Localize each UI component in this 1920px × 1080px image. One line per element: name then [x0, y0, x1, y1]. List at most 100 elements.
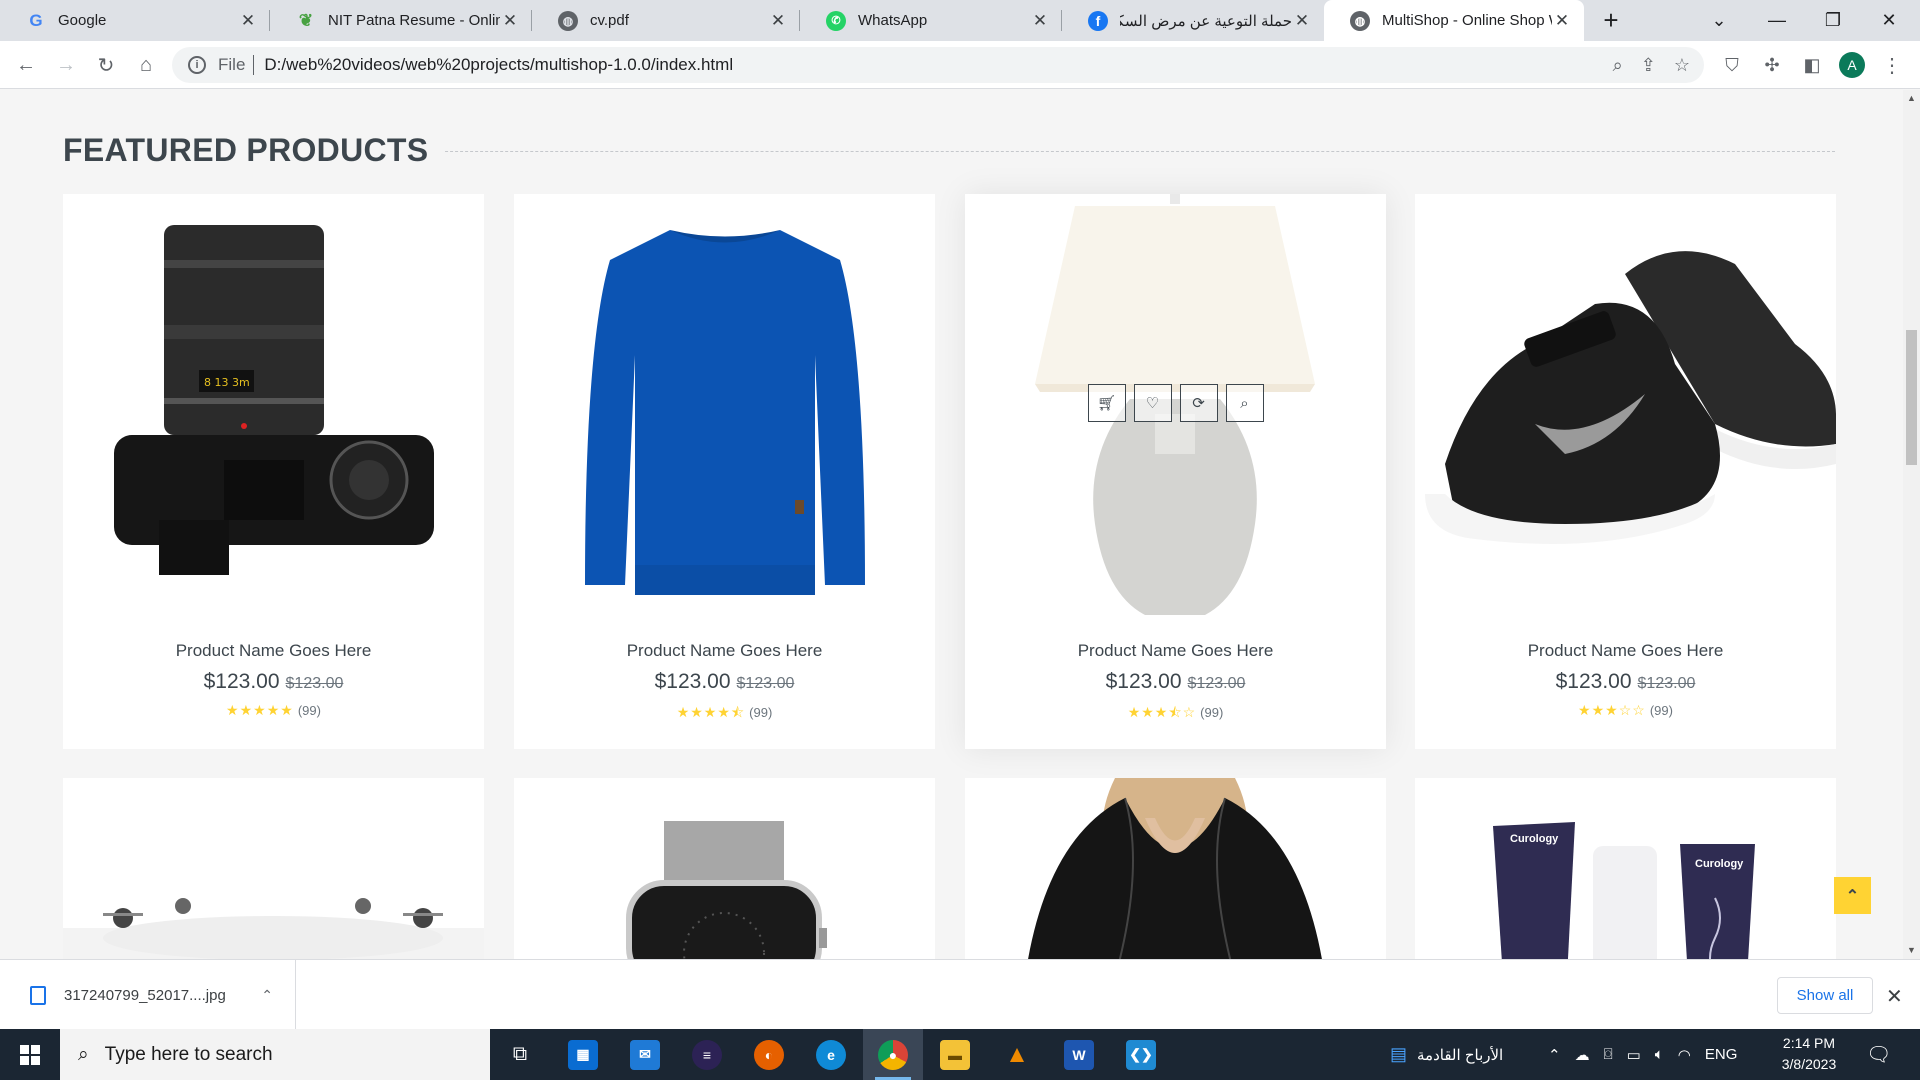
- tab-whatsapp[interactable]: ✆ WhatsApp ✕: [800, 0, 1062, 41]
- add-to-cart-button[interactable]: 🛒︎: [1087, 384, 1126, 422]
- new-tab-button[interactable]: +: [1584, 0, 1638, 41]
- quick-view-button[interactable]: ⌕: [1225, 384, 1264, 422]
- product-image-camera[interactable]: 8 13 3m: [63, 194, 484, 615]
- globe-icon: ◍: [558, 10, 578, 31]
- url-text[interactable]: D:/web%20videos/web%20projects/multishop…: [264, 55, 733, 75]
- browser-tab-strip: G Google ✕ ❦ NIT Patna Resume - Online ✕…: [0, 0, 1920, 41]
- product-card[interactable]: 8 13 3m Product Name Goes Here $123.00 $1…: [63, 194, 484, 749]
- news-widget[interactable]: ▤ الأرباح القادمة: [1390, 1029, 1503, 1080]
- reload-button[interactable]: ↻: [90, 49, 122, 81]
- back-to-top-button[interactable]: ⌃: [1834, 877, 1871, 914]
- product-card[interactable]: Curology Curology: [1415, 778, 1836, 959]
- tab-facebook[interactable]: f حملة التوعية عن مرض السكر ✕: [1062, 0, 1324, 41]
- whatsapp-icon: ✆: [826, 10, 846, 31]
- chevron-up-icon[interactable]: ⌃: [261, 987, 273, 1004]
- taskbar-app-store[interactable]: ▦: [553, 1029, 613, 1080]
- zoom-icon[interactable]: ⌕: [1613, 55, 1623, 76]
- product-image-watch[interactable]: [514, 778, 935, 959]
- camera-icon[interactable]: ⌼: [1604, 1046, 1613, 1063]
- product-image-shoes[interactable]: [1415, 194, 1836, 615]
- profile-avatar[interactable]: A: [1839, 52, 1865, 78]
- shield-extension-button[interactable]: ⛉: [1716, 49, 1748, 81]
- close-icon[interactable]: ✕: [1552, 11, 1572, 31]
- tab-search-button[interactable]: ⌄: [1692, 0, 1746, 41]
- product-card[interactable]: Product Name Goes Here $123.00 $123.00 ★★…: [1415, 194, 1836, 749]
- cloud-icon[interactable]: ☁: [1575, 1046, 1590, 1064]
- input-language[interactable]: ENG: [1705, 1046, 1738, 1063]
- page-scrollbar[interactable]: ▲ ▼: [1903, 90, 1920, 959]
- clock-time: 2:14 PM: [1782, 1035, 1836, 1051]
- taskbar-search-input[interactable]: ⌕ Type here to search: [60, 1029, 490, 1080]
- compare-button[interactable]: ⟳: [1179, 384, 1218, 422]
- scrollbar-thumb[interactable]: [1906, 330, 1917, 465]
- product-card[interactable]: [965, 778, 1386, 959]
- close-window-button[interactable]: ✕: [1862, 0, 1916, 41]
- battery-icon[interactable]: ▭: [1627, 1046, 1641, 1064]
- info-icon[interactable]: i: [188, 56, 206, 74]
- side-panel-button[interactable]: ◧: [1796, 49, 1828, 81]
- download-item[interactable]: 317240799_52017....jpg ⌃: [18, 960, 296, 1030]
- mail-icon: ✉: [630, 1039, 660, 1070]
- task-view-button[interactable]: ⧉: [490, 1029, 550, 1080]
- product-card[interactable]: [514, 778, 935, 959]
- wifi-icon[interactable]: ◠: [1678, 1046, 1691, 1064]
- show-all-downloads-button[interactable]: Show all: [1777, 977, 1873, 1014]
- review-count: (99): [1200, 705, 1224, 720]
- scroll-down-arrow-icon[interactable]: ▼: [1903, 942, 1920, 959]
- product-image-drone[interactable]: [63, 778, 484, 959]
- system-clock[interactable]: 2:14 PM 3/8/2023: [1764, 1033, 1854, 1075]
- add-to-wishlist-button[interactable]: ♡: [1133, 384, 1172, 422]
- taskbar-app-eclipse[interactable]: ≡: [677, 1029, 737, 1080]
- back-button[interactable]: ←: [10, 49, 42, 81]
- extensions-button[interactable]: ✣: [1756, 49, 1788, 81]
- product-name[interactable]: Product Name Goes Here: [63, 641, 484, 661]
- volume-icon[interactable]: 🔈︎: [1655, 1046, 1664, 1063]
- forward-button[interactable]: →: [50, 49, 82, 81]
- chevron-up-icon[interactable]: ⌃: [1548, 1046, 1561, 1064]
- news-icon: ▤: [1390, 1044, 1408, 1064]
- close-icon[interactable]: ✕: [1030, 11, 1050, 31]
- tab-cv-pdf[interactable]: ◍ cv.pdf ✕: [532, 0, 800, 41]
- taskbar-app-vlc[interactable]: ▲: [987, 1029, 1047, 1080]
- product-name[interactable]: Product Name Goes Here: [514, 641, 935, 661]
- product-card[interactable]: Product Name Goes Here $123.00 $123.00 ★★…: [514, 194, 935, 749]
- close-icon[interactable]: ✕: [1292, 11, 1312, 31]
- product-image-blouse[interactable]: [965, 778, 1386, 959]
- notification-center-button[interactable]: 🗨︎: [1866, 1029, 1891, 1080]
- tab-multishop[interactable]: ◍ MultiShop - Online Shop W ✕: [1324, 0, 1584, 41]
- close-icon[interactable]: ✕: [238, 11, 258, 31]
- menu-button[interactable]: ⋮: [1876, 49, 1908, 81]
- taskbar-app-edge[interactable]: e: [801, 1029, 861, 1080]
- start-button[interactable]: [0, 1029, 60, 1080]
- taskbar-app-file-explorer[interactable]: ▬: [925, 1029, 985, 1080]
- taskbar-app-firefox[interactable]: ◐: [739, 1029, 799, 1080]
- taskbar-app-vscode[interactable]: ❮❯: [1111, 1029, 1171, 1080]
- close-shelf-button[interactable]: ✕: [1886, 984, 1903, 1009]
- scroll-up-arrow-icon[interactable]: ▲: [1903, 90, 1920, 107]
- bookmark-star-icon[interactable]: ☆: [1674, 55, 1690, 76]
- taskbar-app-word[interactable]: W: [1049, 1029, 1109, 1080]
- minimize-button[interactable]: —: [1750, 0, 1804, 41]
- tab-title: حملة التوعية عن مرض السكر: [1120, 12, 1292, 30]
- close-icon[interactable]: ✕: [500, 11, 520, 31]
- maximize-button[interactable]: ❐: [1806, 0, 1860, 41]
- home-button[interactable]: ⌂: [130, 49, 162, 81]
- product-card[interactable]: [63, 778, 484, 959]
- share-icon[interactable]: ⇪: [1641, 55, 1656, 76]
- scheme-label: File: [218, 55, 246, 74]
- address-bar[interactable]: i File D:/web%20videos/web%20projects/mu…: [172, 47, 1704, 83]
- tab-google[interactable]: G Google ✕: [0, 0, 270, 41]
- product-name[interactable]: Product Name Goes Here: [965, 641, 1386, 661]
- product-card-hovered[interactable]: 🛒︎ ♡ ⟳ ⌕ Product Name Goes Here $123.00 $…: [965, 194, 1386, 749]
- home-icon: ⌂: [139, 53, 153, 76]
- product-image-sweater[interactable]: [514, 194, 935, 615]
- download-file-name[interactable]: 317240799_52017....jpg: [64, 987, 226, 1004]
- close-icon[interactable]: ✕: [768, 11, 788, 31]
- vlc-icon: ▲: [1005, 1040, 1029, 1068]
- taskbar-app-mail[interactable]: ✉: [615, 1029, 675, 1080]
- taskbar-app-chrome[interactable]: ●: [863, 1029, 923, 1080]
- product-name[interactable]: Product Name Goes Here: [1415, 641, 1836, 661]
- product-image-curology[interactable]: Curology Curology: [1415, 778, 1836, 959]
- tab-overleaf[interactable]: ❦ NIT Patna Resume - Online ✕: [270, 0, 532, 41]
- puzzle-icon: ✣: [1764, 54, 1780, 75]
